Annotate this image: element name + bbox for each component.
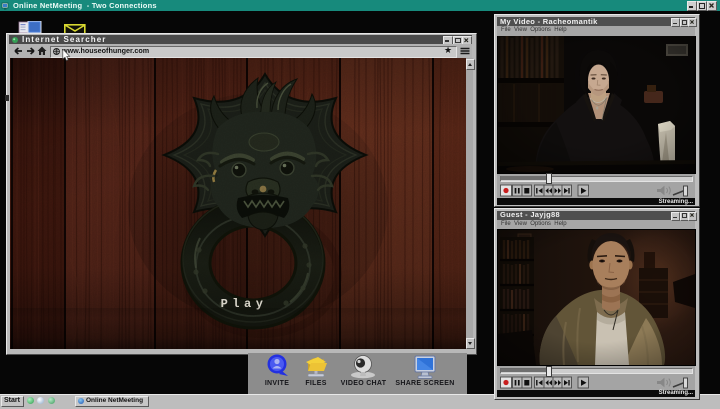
svg-text:FILES: FILES: [305, 380, 326, 387]
svg-text:INVITE: INVITE: [265, 380, 289, 387]
svg-text:SHARE SCREEN: SHARE SCREEN: [395, 380, 454, 387]
svg-text:VIDEO CHAT: VIDEO CHAT: [341, 380, 387, 387]
